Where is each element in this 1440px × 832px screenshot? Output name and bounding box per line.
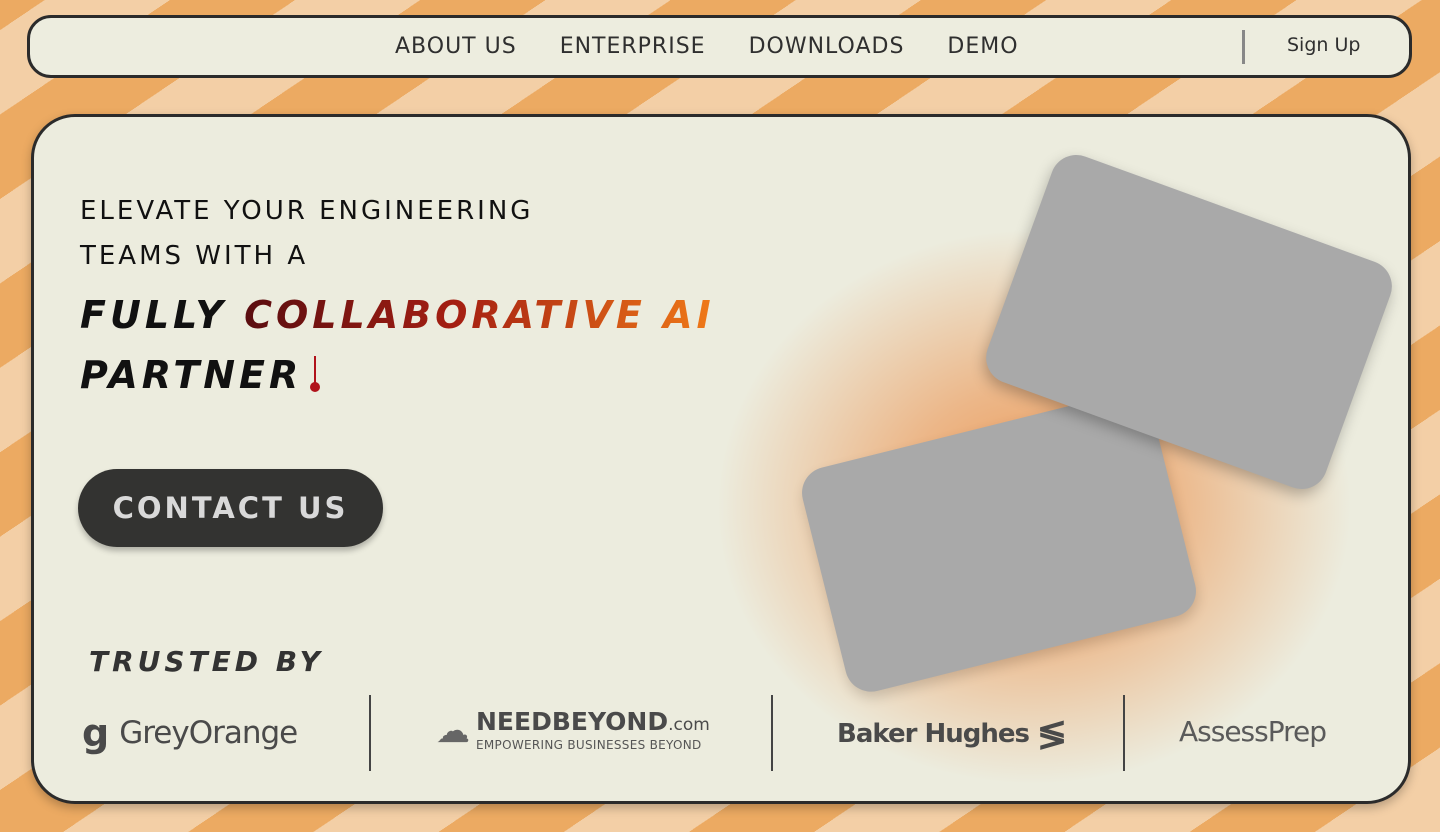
baker-hughes-logo: Baker Hughes ≶ xyxy=(837,713,1067,755)
hero-kicker: ELEVATE YOUR ENGINEERING TEAMS WITH A xyxy=(80,189,600,279)
trusted-by-label: TRUSTED BY xyxy=(89,645,324,678)
cloud-network-icon: ☁ xyxy=(436,711,470,750)
logo-divider xyxy=(369,695,371,771)
logo-divider xyxy=(1123,695,1125,771)
logo-divider xyxy=(771,695,773,771)
greyorange-logo: g GreyOrange xyxy=(82,711,298,755)
headline-highlight: COLLABORATIVE AI xyxy=(244,293,715,337)
baker-hughes-icon: ≶ xyxy=(1036,713,1068,754)
trusted-logos: g GreyOrange ☁ NEEDBEYOND.com EMPOWERING… xyxy=(34,695,1408,771)
top-navbar: ABOUT US ENTERPRISE DOWNLOADS DEMO Sign … xyxy=(27,15,1412,78)
greyorange-wordmark: GreyOrange xyxy=(119,715,298,751)
sign-up-link[interactable]: Sign Up xyxy=(1287,34,1360,56)
contact-us-button[interactable]: CONTACT US xyxy=(78,469,383,547)
typing-cursor-icon xyxy=(308,354,322,394)
nav-link-downloads[interactable]: DOWNLOADS xyxy=(749,34,905,59)
nav-links: ABOUT US ENTERPRISE DOWNLOADS DEMO xyxy=(395,34,1062,59)
hero-headline: FULLY COLLABORATIVE AI PARTNER xyxy=(80,285,720,405)
kicker-line-1: ELEVATE YOUR ENGINEERING xyxy=(80,196,534,226)
needbeyond-logo: ☁ NEEDBEYOND.com EMPOWERING BUSINESSES B… xyxy=(436,707,710,753)
hero-panel: ELEVATE YOUR ENGINEERING TEAMS WITH A FU… xyxy=(31,114,1411,804)
needbeyond-domain: .com xyxy=(668,715,710,735)
headline-word-fully: FULLY xyxy=(80,293,227,337)
needbeyond-tagline: EMPOWERING BUSINESSES BEYOND xyxy=(476,738,702,752)
nav-link-demo[interactable]: DEMO xyxy=(947,34,1018,59)
baker-hughes-wordmark: Baker Hughes xyxy=(837,719,1030,749)
nav-link-enterprise[interactable]: ENTERPRISE xyxy=(560,34,706,59)
needbeyond-wordmark: NEEDBEYOND xyxy=(476,707,669,736)
kicker-line-2: TEAMS WITH A xyxy=(80,241,309,271)
headline-word-partner: PARTNER xyxy=(80,353,303,397)
nav-link-about-us[interactable]: ABOUT US xyxy=(395,34,517,59)
greyorange-icon: g xyxy=(82,711,110,755)
nav-divider xyxy=(1242,30,1245,64)
assessprep-logo: AssessPrep xyxy=(1179,715,1327,748)
